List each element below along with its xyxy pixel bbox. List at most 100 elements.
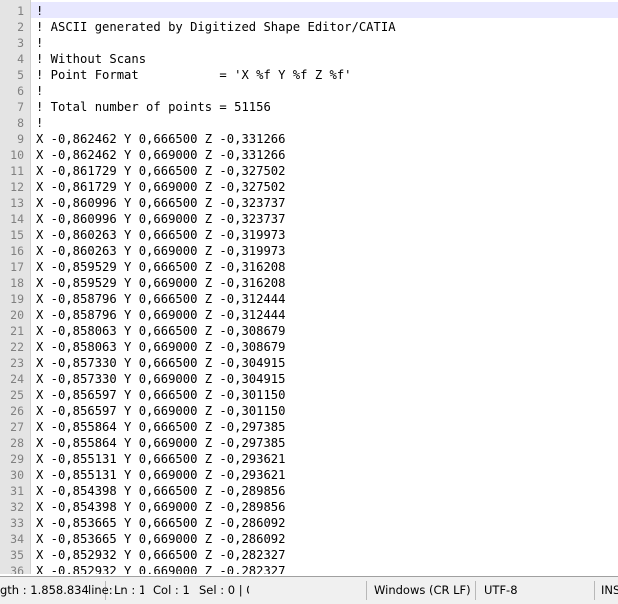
editor-line[interactable]: 15 X -0,860263 Y 0,666500 Z -0,319973	[0, 227, 618, 243]
line-text[interactable]: X -0,855131 Y 0,666500 Z -0,293621	[36, 451, 285, 467]
editor-line[interactable]: 31 X -0,854398 Y 0,666500 Z -0,289856	[0, 483, 618, 499]
line-number: 9	[17, 132, 24, 146]
editor-line[interactable]: 32 X -0,854398 Y 0,669000 Z -0,289856	[0, 499, 618, 515]
line-text[interactable]: X -0,858796 Y 0,666500 Z -0,312444	[36, 291, 285, 307]
editor-line[interactable]: 24 X -0,857330 Y 0,669000 Z -0,304915	[0, 371, 618, 387]
line-text[interactable]: X -0,861729 Y 0,666500 Z -0,327502	[36, 163, 285, 179]
line-number: 8	[17, 116, 24, 130]
line-number: 1	[17, 4, 24, 18]
line-number: 2	[17, 20, 24, 34]
line-text[interactable]: ! ASCII generated by Digitized Shape Edi…	[36, 19, 396, 35]
line-text[interactable]: !	[36, 35, 43, 51]
line-text[interactable]: !	[36, 115, 43, 131]
editor-line[interactable]: 26 X -0,856597 Y 0,669000 Z -0,301150	[0, 403, 618, 419]
line-text[interactable]: X -0,854398 Y 0,669000 Z -0,289856	[36, 499, 285, 515]
status-divider	[594, 581, 595, 600]
editor-line[interactable]: 5 ! Point Format = 'X %f Y %f Z %f'	[0, 67, 618, 83]
editor-line[interactable]: 36 X -0,852932 Y 0,669000 Z -0,282327	[0, 563, 618, 574]
line-text[interactable]: X -0,861729 Y 0,669000 Z -0,327502	[36, 179, 285, 195]
line-text[interactable]: X -0,856597 Y 0,669000 Z -0,301150	[36, 403, 285, 419]
line-number: 26	[10, 404, 24, 418]
line-text[interactable]: X -0,855864 Y 0,666500 Z -0,297385	[36, 419, 285, 435]
line-text[interactable]: !	[36, 3, 43, 19]
editor-line[interactable]: 14 X -0,860996 Y 0,669000 Z -0,323737	[0, 211, 618, 227]
editor-line[interactable]: 16 X -0,860263 Y 0,669000 Z -0,319973	[0, 243, 618, 259]
editor-line[interactable]: 23 X -0,857330 Y 0,666500 Z -0,304915	[0, 355, 618, 371]
line-number: 33	[10, 516, 24, 530]
editor-line[interactable]: 33 X -0,853665 Y 0,666500 Z -0,286092	[0, 515, 618, 531]
line-text[interactable]: ! Point Format = 'X %f Y %f Z %f'	[36, 67, 352, 83]
editor-line[interactable]: 4 ! Without Scans	[0, 51, 618, 67]
status-mode[interactable]: INS	[601, 577, 618, 604]
line-text[interactable]: X -0,860996 Y 0,666500 Z -0,323737	[36, 195, 285, 211]
line-text[interactable]: X -0,858796 Y 0,669000 Z -0,312444	[36, 307, 285, 323]
line-text[interactable]: X -0,853665 Y 0,666500 Z -0,286092	[36, 515, 285, 531]
editor-line[interactable]: 22 X -0,858063 Y 0,669000 Z -0,308679	[0, 339, 618, 355]
line-number: 14	[10, 212, 24, 226]
editor-line[interactable]: 7 ! Total number of points = 51156	[0, 99, 618, 115]
editor-line[interactable]: 1!	[0, 3, 618, 19]
line-text[interactable]: X -0,857330 Y 0,666500 Z -0,304915	[36, 355, 285, 371]
line-text[interactable]: X -0,860263 Y 0,669000 Z -0,319973	[36, 243, 285, 259]
editor-line[interactable]: 6!	[0, 83, 618, 99]
editor-line[interactable]: 3!	[0, 35, 618, 51]
editor-line[interactable]: 30 X -0,855131 Y 0,669000 Z -0,293621	[0, 467, 618, 483]
line-text[interactable]: X -0,854398 Y 0,666500 Z -0,289856	[36, 483, 285, 499]
line-number: 17	[10, 260, 24, 274]
line-text[interactable]: X -0,856597 Y 0,666500 Z -0,301150	[36, 387, 285, 403]
editor-line[interactable]: 19 X -0,858796 Y 0,666500 Z -0,312444	[0, 291, 618, 307]
line-text[interactable]: X -0,853665 Y 0,669000 Z -0,286092	[36, 531, 285, 547]
line-text[interactable]: X -0,862462 Y 0,666500 Z -0,331266	[36, 131, 285, 147]
line-text[interactable]: ! Without Scans	[36, 51, 146, 67]
editor-line[interactable]: 10 X -0,862462 Y 0,669000 Z -0,331266	[0, 147, 618, 163]
line-number: 20	[10, 308, 24, 322]
line-number: 19	[10, 292, 24, 306]
status-lines: line:	[88, 583, 112, 597]
editor-line[interactable]: 25 X -0,856597 Y 0,666500 Z -0,301150	[0, 387, 618, 403]
editor-line[interactable]: 34 X -0,853665 Y 0,669000 Z -0,286092	[0, 531, 618, 547]
line-text[interactable]: X -0,855131 Y 0,669000 Z -0,293621	[36, 467, 285, 483]
editor-line[interactable]: 27 X -0,855864 Y 0,666500 Z -0,297385	[0, 419, 618, 435]
editor-line[interactable]: 9 X -0,862462 Y 0,666500 Z -0,331266	[0, 131, 618, 147]
line-text[interactable]: X -0,860263 Y 0,666500 Z -0,319973	[36, 227, 285, 243]
line-text[interactable]: X -0,858063 Y 0,666500 Z -0,308679	[36, 323, 285, 339]
status-eol[interactable]: Windows (CR LF)	[374, 577, 474, 604]
line-text[interactable]: X -0,855864 Y 0,669000 Z -0,297385	[36, 435, 285, 451]
line-text[interactable]: !	[36, 83, 43, 99]
line-number: 10	[10, 148, 24, 162]
line-text[interactable]: X -0,852932 Y 0,666500 Z -0,282327	[36, 547, 285, 563]
editor-line[interactable]: 35 X -0,852932 Y 0,666500 Z -0,282327	[0, 547, 618, 563]
line-number: 30	[10, 468, 24, 482]
text-editor[interactable]: 1! 2! ASCII generated by Digitized Shape …	[0, 0, 618, 574]
editor-line[interactable]: 29 X -0,855131 Y 0,666500 Z -0,293621	[0, 451, 618, 467]
line-number: 5	[17, 68, 24, 82]
line-text[interactable]: X -0,858063 Y 0,669000 Z -0,308679	[36, 339, 285, 355]
editor-line[interactable]: 13 X -0,860996 Y 0,666500 Z -0,323737	[0, 195, 618, 211]
editor-line[interactable]: 28 X -0,855864 Y 0,669000 Z -0,297385	[0, 435, 618, 451]
status-encoding[interactable]: UTF-8	[484, 577, 544, 604]
line-text[interactable]: X -0,859529 Y 0,669000 Z -0,316208	[36, 275, 285, 291]
line-text[interactable]: X -0,862462 Y 0,669000 Z -0,331266	[36, 147, 285, 163]
line-text[interactable]: X -0,859529 Y 0,666500 Z -0,316208	[36, 259, 285, 275]
status-divider	[475, 581, 476, 600]
status-ln: Ln : 1	[114, 583, 144, 597]
editor-lines[interactable]: 1! 2! ASCII generated by Digitized Shape …	[0, 3, 618, 574]
editor-line[interactable]: 8!	[0, 115, 618, 131]
line-number: 12	[10, 180, 24, 194]
line-number: 29	[10, 452, 24, 466]
editor-line[interactable]: 20 X -0,858796 Y 0,669000 Z -0,312444	[0, 307, 618, 323]
line-number: 25	[10, 388, 24, 402]
line-text[interactable]: X -0,857330 Y 0,669000 Z -0,304915	[36, 371, 285, 387]
line-number: 32	[10, 500, 24, 514]
editor-line[interactable]: 18 X -0,859529 Y 0,669000 Z -0,316208	[0, 275, 618, 291]
editor-line[interactable]: 21 X -0,858063 Y 0,666500 Z -0,308679	[0, 323, 618, 339]
line-text[interactable]: X -0,860996 Y 0,669000 Z -0,323737	[36, 211, 285, 227]
line-text[interactable]: X -0,852932 Y 0,669000 Z -0,282327	[36, 563, 285, 574]
line-number: 22	[10, 340, 24, 354]
editor-line[interactable]: 11 X -0,861729 Y 0,666500 Z -0,327502	[0, 163, 618, 179]
editor-line[interactable]: 2 ! ASCII generated by Digitized Shape Ed…	[0, 19, 618, 35]
editor-line[interactable]: 12 X -0,861729 Y 0,669000 Z -0,327502	[0, 179, 618, 195]
line-number: 18	[10, 276, 24, 290]
editor-line[interactable]: 17 X -0,859529 Y 0,666500 Z -0,316208	[0, 259, 618, 275]
line-text[interactable]: ! Total number of points = 51156	[36, 99, 271, 115]
